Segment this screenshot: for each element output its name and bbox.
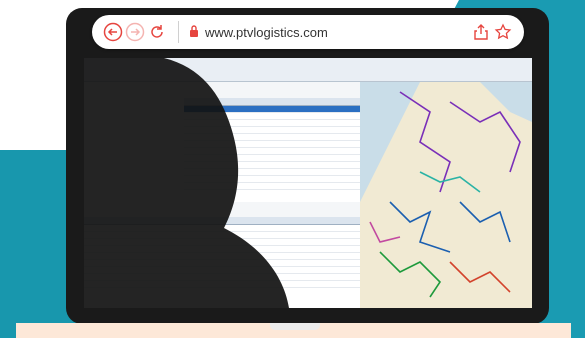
- table-row[interactable]: [184, 113, 360, 120]
- table-row[interactable]: [184, 148, 360, 155]
- lock-icon: [189, 24, 199, 40]
- table-row[interactable]: [84, 260, 360, 267]
- tour-table-pane: [84, 82, 360, 308]
- reload-icon[interactable]: [146, 21, 168, 43]
- url-text: www.ptvlogistics.com: [205, 24, 328, 40]
- table-row[interactable]: [184, 120, 360, 127]
- app-ribbon-toolbar: [84, 58, 532, 82]
- marketing-scene: www.ptvlogistics.com: [0, 0, 585, 338]
- stop-list-grid: [84, 217, 360, 308]
- table-row[interactable]: [184, 127, 360, 134]
- url-field[interactable]: www.ptvlogistics.com: [189, 25, 328, 40]
- back-icon[interactable]: [102, 21, 124, 43]
- table-row[interactable]: [84, 274, 360, 281]
- address-divider: [178, 21, 179, 43]
- table-row[interactable]: [84, 239, 360, 246]
- table-row[interactable]: [84, 225, 360, 232]
- table-row[interactable]: [84, 281, 360, 288]
- browser-address-bar: www.ptvlogistics.com: [92, 15, 524, 49]
- table-row[interactable]: [184, 176, 360, 183]
- tour-list-grid: [184, 98, 360, 202]
- table-row[interactable]: [184, 134, 360, 141]
- table-row[interactable]: [184, 106, 360, 113]
- table-row[interactable]: [184, 169, 360, 176]
- grid-header: [184, 98, 360, 106]
- route-map-drawing: [360, 82, 532, 298]
- route-map[interactable]: [360, 82, 532, 308]
- grid-header: [84, 217, 360, 225]
- table-row[interactable]: [184, 141, 360, 148]
- table-row[interactable]: [184, 183, 360, 190]
- table-row[interactable]: [84, 232, 360, 239]
- laptop-screen: [84, 58, 532, 308]
- table-row[interactable]: [184, 155, 360, 162]
- table-row[interactable]: [84, 246, 360, 253]
- share-icon[interactable]: [470, 21, 492, 43]
- forward-icon[interactable]: [124, 21, 146, 43]
- laptop-notch: [270, 323, 320, 330]
- bookmark-star-icon[interactable]: [492, 21, 514, 43]
- table-row[interactable]: [84, 267, 360, 274]
- table-row[interactable]: [84, 253, 360, 260]
- table-row[interactable]: [184, 162, 360, 169]
